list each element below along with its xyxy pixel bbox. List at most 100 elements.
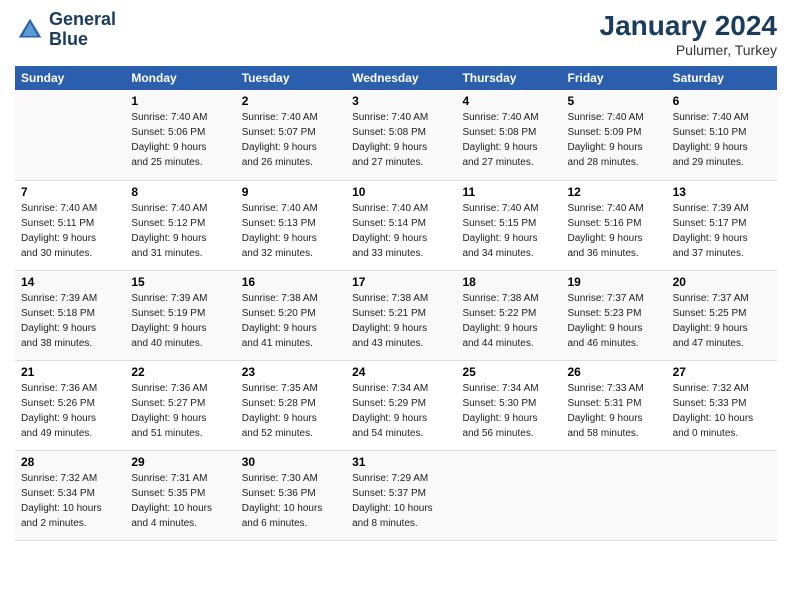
- col-header-thursday: Thursday: [456, 66, 561, 90]
- day-number: 16: [242, 275, 340, 289]
- calendar-cell: [667, 450, 777, 540]
- day-number: 24: [352, 365, 450, 379]
- day-number: 28: [21, 455, 119, 469]
- logo: General Blue: [15, 10, 116, 50]
- col-header-monday: Monday: [125, 66, 235, 90]
- day-number: 1: [131, 94, 229, 108]
- day-number: 27: [673, 365, 771, 379]
- day-number: 14: [21, 275, 119, 289]
- day-number: 5: [568, 94, 661, 108]
- day-number: 25: [462, 365, 555, 379]
- day-info: Sunrise: 7:40 AM Sunset: 5:08 PM Dayligh…: [462, 110, 555, 170]
- col-header-saturday: Saturday: [667, 66, 777, 90]
- day-info: Sunrise: 7:40 AM Sunset: 5:09 PM Dayligh…: [568, 110, 661, 170]
- calendar-cell: 24 Sunrise: 7:34 AM Sunset: 5:29 PM Dayli…: [346, 360, 456, 450]
- col-header-sunday: Sunday: [15, 66, 125, 90]
- day-info: Sunrise: 7:34 AM Sunset: 5:30 PM Dayligh…: [462, 381, 555, 441]
- day-info: Sunrise: 7:39 AM Sunset: 5:18 PM Dayligh…: [21, 291, 119, 351]
- week-row-2: 7Sunrise: 7:40 AM Sunset: 5:11 PM Daylig…: [15, 180, 777, 270]
- day-info: Sunrise: 7:38 AM Sunset: 5:21 PM Dayligh…: [352, 291, 450, 351]
- day-info: Sunrise: 7:40 AM Sunset: 5:06 PM Dayligh…: [131, 110, 229, 170]
- calendar-cell: 9Sunrise: 7:40 AM Sunset: 5:13 PM Daylig…: [236, 180, 346, 270]
- calendar-cell: [562, 450, 667, 540]
- day-number: 21: [21, 365, 119, 379]
- day-number: 22: [131, 365, 229, 379]
- day-info: Sunrise: 7:32 AM Sunset: 5:34 PM Dayligh…: [21, 471, 119, 531]
- day-info: Sunrise: 7:38 AM Sunset: 5:22 PM Dayligh…: [462, 291, 555, 351]
- day-info: Sunrise: 7:36 AM Sunset: 5:26 PM Dayligh…: [21, 381, 119, 441]
- day-info: Sunrise: 7:37 AM Sunset: 5:25 PM Dayligh…: [673, 291, 771, 351]
- calendar-cell: 1 Sunrise: 7:40 AM Sunset: 5:06 PM Daylig…: [125, 90, 235, 180]
- day-number: 20: [673, 275, 771, 289]
- calendar-cell: 26Sunrise: 7:33 AM Sunset: 5:31 PM Dayli…: [562, 360, 667, 450]
- calendar-cell: 11 Sunrise: 7:40 AM Sunset: 5:15 PM Dayli…: [456, 180, 561, 270]
- day-number: 13: [673, 185, 771, 199]
- calendar-cell: 28 Sunrise: 7:32 AM Sunset: 5:34 PM Dayli…: [15, 450, 125, 540]
- day-info: Sunrise: 7:40 AM Sunset: 5:10 PM Dayligh…: [673, 110, 771, 170]
- main-title: January 2024: [600, 10, 777, 42]
- col-header-wednesday: Wednesday: [346, 66, 456, 90]
- title-block: January 2024 Pulumer, Turkey: [600, 10, 777, 58]
- calendar-cell: 6 Sunrise: 7:40 AM Sunset: 5:10 PM Daylig…: [667, 90, 777, 180]
- day-number: 6: [673, 94, 771, 108]
- day-number: 10: [352, 185, 450, 199]
- day-info: Sunrise: 7:40 AM Sunset: 5:07 PM Dayligh…: [242, 110, 340, 170]
- day-info: Sunrise: 7:39 AM Sunset: 5:17 PM Dayligh…: [673, 201, 771, 261]
- day-info: Sunrise: 7:36 AM Sunset: 5:27 PM Dayligh…: [131, 381, 229, 441]
- col-header-tuesday: Tuesday: [236, 66, 346, 90]
- calendar-cell: 18 Sunrise: 7:38 AM Sunset: 5:22 PM Dayli…: [456, 270, 561, 360]
- day-number: 18: [462, 275, 555, 289]
- calendar-cell: 30Sunrise: 7:30 AM Sunset: 5:36 PM Dayli…: [236, 450, 346, 540]
- day-info: Sunrise: 7:40 AM Sunset: 5:16 PM Dayligh…: [568, 201, 661, 261]
- calendar-cell: 19Sunrise: 7:37 AM Sunset: 5:23 PM Dayli…: [562, 270, 667, 360]
- day-info: Sunrise: 7:40 AM Sunset: 5:08 PM Dayligh…: [352, 110, 450, 170]
- calendar-cell: 10 Sunrise: 7:40 AM Sunset: 5:14 PM Dayli…: [346, 180, 456, 270]
- day-number: 29: [131, 455, 229, 469]
- calendar-cell: 4 Sunrise: 7:40 AM Sunset: 5:08 PM Daylig…: [456, 90, 561, 180]
- day-number: 11: [462, 185, 555, 199]
- page-container: General Blue January 2024 Pulumer, Turke…: [0, 0, 792, 551]
- day-number: 15: [131, 275, 229, 289]
- calendar-cell: 31Sunrise: 7:29 AM Sunset: 5:37 PM Dayli…: [346, 450, 456, 540]
- calendar-cell: 3 Sunrise: 7:40 AM Sunset: 5:08 PM Daylig…: [346, 90, 456, 180]
- calendar-cell: 15 Sunrise: 7:39 AM Sunset: 5:19 PM Dayli…: [125, 270, 235, 360]
- calendar-cell: 16 Sunrise: 7:38 AM Sunset: 5:20 PM Dayli…: [236, 270, 346, 360]
- day-number: 3: [352, 94, 450, 108]
- calendar-cell: 29 Sunrise: 7:31 AM Sunset: 5:35 PM Dayli…: [125, 450, 235, 540]
- day-number: 26: [568, 365, 661, 379]
- day-number: 2: [242, 94, 340, 108]
- day-info: Sunrise: 7:38 AM Sunset: 5:20 PM Dayligh…: [242, 291, 340, 351]
- calendar-cell: [15, 90, 125, 180]
- day-number: 23: [242, 365, 340, 379]
- day-number: 12: [568, 185, 661, 199]
- week-row-1: 1 Sunrise: 7:40 AM Sunset: 5:06 PM Daylig…: [15, 90, 777, 180]
- day-number: 4: [462, 94, 555, 108]
- calendar-cell: 5 Sunrise: 7:40 AM Sunset: 5:09 PM Daylig…: [562, 90, 667, 180]
- day-info: Sunrise: 7:39 AM Sunset: 5:19 PM Dayligh…: [131, 291, 229, 351]
- day-number: 19: [568, 275, 661, 289]
- page-header: General Blue January 2024 Pulumer, Turke…: [15, 10, 777, 58]
- logo-text: General Blue: [49, 10, 116, 50]
- calendar-cell: 25 Sunrise: 7:34 AM Sunset: 5:30 PM Dayli…: [456, 360, 561, 450]
- day-number: 31: [352, 455, 450, 469]
- day-info: Sunrise: 7:40 AM Sunset: 5:11 PM Dayligh…: [21, 201, 119, 261]
- calendar-cell: 13 Sunrise: 7:39 AM Sunset: 5:17 PM Dayli…: [667, 180, 777, 270]
- day-info: Sunrise: 7:40 AM Sunset: 5:15 PM Dayligh…: [462, 201, 555, 261]
- day-number: 30: [242, 455, 340, 469]
- calendar-cell: 21 Sunrise: 7:36 AM Sunset: 5:26 PM Dayli…: [15, 360, 125, 450]
- calendar-cell: [456, 450, 561, 540]
- day-number: 8: [131, 185, 229, 199]
- subtitle: Pulumer, Turkey: [600, 42, 777, 58]
- day-info: Sunrise: 7:34 AM Sunset: 5:29 PM Dayligh…: [352, 381, 450, 441]
- day-info: Sunrise: 7:40 AM Sunset: 5:14 PM Dayligh…: [352, 201, 450, 261]
- calendar-cell: 7Sunrise: 7:40 AM Sunset: 5:11 PM Daylig…: [15, 180, 125, 270]
- day-info: Sunrise: 7:35 AM Sunset: 5:28 PM Dayligh…: [242, 381, 340, 441]
- day-info: Sunrise: 7:40 AM Sunset: 5:12 PM Dayligh…: [131, 201, 229, 261]
- week-row-4: 21 Sunrise: 7:36 AM Sunset: 5:26 PM Dayli…: [15, 360, 777, 450]
- calendar-cell: 23 Sunrise: 7:35 AM Sunset: 5:28 PM Dayli…: [236, 360, 346, 450]
- day-info: Sunrise: 7:31 AM Sunset: 5:35 PM Dayligh…: [131, 471, 229, 531]
- week-row-5: 28 Sunrise: 7:32 AM Sunset: 5:34 PM Dayli…: [15, 450, 777, 540]
- calendar-cell: 27Sunrise: 7:32 AM Sunset: 5:33 PM Dayli…: [667, 360, 777, 450]
- calendar-cell: 20 Sunrise: 7:37 AM Sunset: 5:25 PM Dayli…: [667, 270, 777, 360]
- day-info: Sunrise: 7:40 AM Sunset: 5:13 PM Dayligh…: [242, 201, 340, 261]
